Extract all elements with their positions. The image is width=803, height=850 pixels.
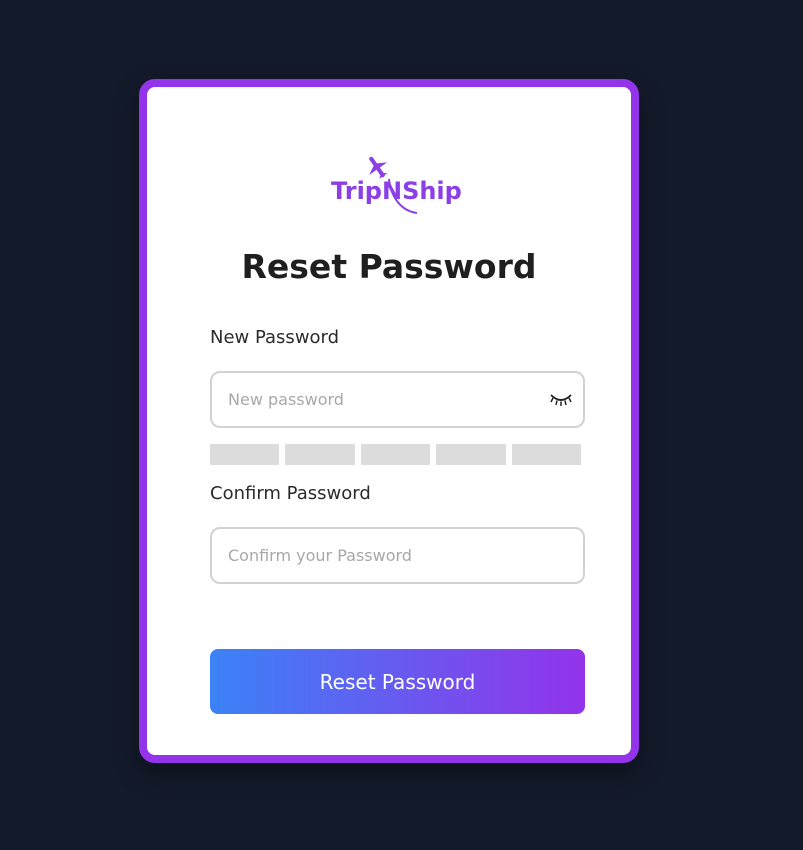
strength-segment (210, 444, 280, 465)
strength-segment (511, 444, 582, 465)
password-strength-meter (210, 444, 582, 465)
eye-closed-icon[interactable] (549, 389, 573, 409)
reset-password-card: TripNShip Reset Password New Password Co… (139, 79, 639, 763)
reset-password-button[interactable]: Reset Password (210, 649, 585, 714)
brand-logo: TripNShip (331, 153, 475, 223)
card-body: TripNShip Reset Password New Password Co… (155, 95, 623, 747)
confirm-password-field[interactable] (210, 527, 585, 584)
confirm-password-label: Confirm Password (210, 483, 371, 504)
confirm-password-input[interactable] (228, 529, 528, 582)
new-password-field[interactable] (210, 371, 585, 428)
new-password-input[interactable] (228, 373, 528, 426)
page-title: Reset Password (241, 247, 537, 286)
brand-name: TripNShip (331, 177, 462, 205)
strength-segment (360, 444, 431, 465)
strength-segment (436, 444, 506, 465)
strength-segment (285, 444, 355, 465)
new-password-label: New Password (210, 327, 340, 348)
